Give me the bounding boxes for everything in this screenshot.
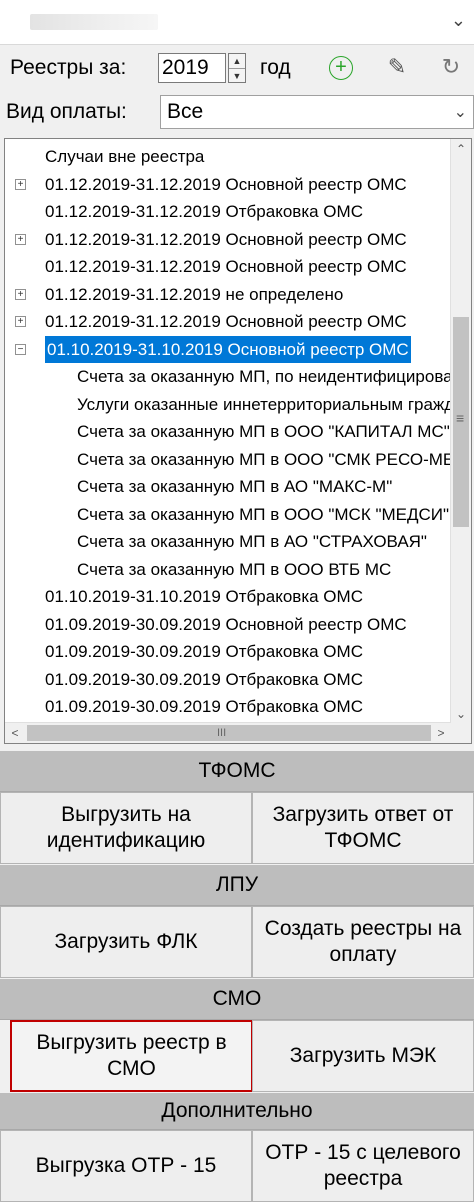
grip-icon: III	[217, 727, 227, 739]
scroll-thumb[interactable]: ≡	[453, 317, 469, 527]
registry-tree[interactable]: Случаи вне реестра +01.12.2019-31.12.2019…	[4, 138, 472, 744]
tree-node-label: 01.12.2019-31.12.2019 Основной реестр ОМ…	[45, 257, 407, 276]
export-otr15-button[interactable]: Выгрузка ОТР - 15	[0, 1130, 252, 1202]
tree-node[interactable]: +01.12.2019-31.12.2019 Основной реестр О…	[5, 308, 451, 335]
tree-child-node[interactable]: Счета за оказанную МП, по неидентифициро…	[5, 363, 451, 390]
tree-rows: Случаи вне реестра +01.12.2019-31.12.2019…	[5, 139, 451, 724]
section-tfoms-header: ТФОМС	[0, 751, 474, 792]
tree-node[interactable]: 01.09.2019-30.09.2019 Основной реестр ОМ…	[5, 611, 451, 638]
year-filter-row: Реестры за: 2019 ▲ ▼ год + ✎ ↻	[0, 48, 474, 88]
pencil-icon[interactable]: ✎	[382, 52, 412, 82]
vertical-scrollbar[interactable]: ⌃ ≡ ⌄	[450, 139, 471, 724]
tree-child-node[interactable]: Счета за оказанную МП в АО "СТРАХОВАЯ"	[5, 528, 451, 555]
tree-node-label: 01.09.2019-30.09.2019 Отбраковка ОМС	[45, 669, 363, 689]
button-label: ОТР - 15 с целевого реестра	[265, 1141, 461, 1190]
payment-select-value: Все	[167, 100, 204, 123]
year-input[interactable]: 2019	[158, 53, 226, 83]
otr15-target-registry-button[interactable]: ОТР - 15 с целевого реестра	[252, 1130, 474, 1202]
horizontal-scrollbar[interactable]: < III >	[5, 722, 451, 743]
tree-node-label: Счета за оказанную МП в АО "СТРАХОВАЯ"	[77, 532, 427, 551]
tree-node-label: 01.12.2019-31.12.2019 Основной реестр ОМ…	[45, 229, 407, 249]
expand-icon[interactable]: +	[15, 178, 26, 190]
spin-up-icon[interactable]: ▲	[229, 54, 245, 68]
scroll-down-icon[interactable]: ⌄	[451, 704, 471, 724]
tree-node[interactable]: Случаи вне реестра	[5, 143, 451, 170]
scroll-thumb[interactable]: III	[27, 725, 431, 741]
tree-child-node[interactable]: Счета за оказанную МП в ООО ВТБ МС	[5, 556, 451, 583]
chevron-down-icon[interactable]: ⌄	[451, 10, 466, 31]
tree-node-label: 01.12.2019-31.12.2019 Основной реестр ОМ…	[45, 174, 407, 194]
year-unit-label: год	[260, 56, 291, 79]
chevron-down-icon[interactable]: ⌄	[454, 102, 467, 122]
section-extra-header: Дополнительно	[0, 1093, 474, 1130]
tree-node-label: Случаи вне реестра	[45, 147, 205, 166]
tree-node[interactable]: 01.09.2019-30.09.2019 Отбраковка ОМС	[5, 666, 451, 693]
tree-child-node[interactable]: Счета за оказанную МП в ООО "СМК РЕСО-МЕ…	[5, 446, 451, 473]
tree-node-label: 01.10.2019-31.10.2019 Основной реестр ОМ…	[45, 335, 411, 363]
tree-node[interactable]: 01.09.2019-30.09.2019 Отбраковка ОМС	[5, 693, 451, 720]
load-tfoms-response-button[interactable]: Загрузить ответ от ТФОМС	[252, 792, 474, 864]
button-label: Выгрузить на идентификацию	[46, 803, 206, 852]
grip-icon: ≡	[456, 410, 465, 426]
payment-filter-row: Вид оплаты: Все ⌄	[0, 92, 474, 132]
tree-node-label: Счета за оказанную МП в ООО "СМК РЕСО-МЕ…	[77, 449, 451, 469]
export-registry-smo-button[interactable]: Выгрузить реестр в СМО	[10, 1020, 253, 1092]
expand-icon[interactable]: +	[15, 233, 26, 245]
scrollbar-corner	[451, 723, 471, 743]
tree-node-label: 01.09.2019-30.09.2019 Отбраковка ОМС	[45, 697, 363, 716]
button-label: Загрузить МЭК	[289, 1044, 437, 1067]
tree-node-label: 01.10.2019-31.10.2019 Отбраковка ОМС	[45, 587, 363, 606]
tree-node-label: 01.12.2019-31.12.2019 не определено	[45, 284, 344, 304]
tree-node[interactable]: +01.12.2019-31.12.2019 Основной реестр О…	[5, 226, 451, 253]
add-circle-icon[interactable]: +	[326, 52, 356, 82]
scroll-right-icon[interactable]: >	[431, 723, 451, 743]
button-label: Загрузить ФЛК	[54, 930, 198, 953]
button-label: Выгрузить реестр в СМО	[36, 1031, 227, 1080]
payment-label: Вид оплаты:	[6, 100, 127, 123]
tree-node[interactable]: 01.09.2019-30.09.2019 Отбраковка ОМС	[5, 638, 451, 665]
collapse-icon[interactable]: −	[15, 343, 26, 355]
scroll-left-icon[interactable]: <	[5, 723, 25, 743]
blurred-title	[30, 14, 158, 30]
tree-node-label: Счета за оказанную МП, по неидентифициро…	[77, 367, 451, 386]
tree-node-label: 01.09.2019-30.09.2019 Отбраковка ОМС	[45, 642, 363, 661]
tree-node[interactable]: − 01.10.2019-31.10.2019 Основной реестр О…	[5, 335, 451, 363]
scroll-up-icon[interactable]: ⌃	[451, 139, 471, 159]
year-label: Реестры за:	[10, 56, 127, 79]
refresh-icon[interactable]: ↻	[436, 52, 466, 82]
expand-icon[interactable]: +	[15, 316, 26, 327]
load-mek-button[interactable]: Загрузить МЭК	[252, 1020, 474, 1092]
tree-node[interactable]: 01.12.2019-31.12.2019 Отбраковка ОМС	[5, 198, 451, 225]
tree-node[interactable]: 01.12.2019-31.12.2019 Основной реестр ОМ…	[5, 253, 451, 280]
window-title-bar: ⌄	[0, 0, 474, 45]
section-lpu-header: ЛПУ	[0, 865, 474, 906]
button-label: Выгрузка ОТР - 15	[35, 1154, 217, 1177]
tree-node-label: Счета за оказанную МП в ООО "КАПИТАЛ МС"	[77, 422, 450, 441]
tree-child-node[interactable]: Счета за оказанную МП в ООО "КАПИТАЛ МС"	[5, 418, 451, 445]
expand-icon[interactable]: +	[15, 288, 26, 300]
tree-node-label: Счета за оказанную МП в ООО "МСК "МЕДСИ"	[77, 504, 450, 524]
section-smo-header: СМО	[0, 979, 474, 1020]
tree-node[interactable]: +01.12.2019-31.12.2019 Основной реестр О…	[5, 171, 451, 198]
tree-node-label: 01.12.2019-31.12.2019 Отбраковка ОМС	[45, 202, 363, 221]
tree-node-label: Услуги оказанные иннетерриториальным гра…	[77, 394, 451, 414]
create-registries-button[interactable]: Создать реестры на оплату	[252, 906, 474, 978]
export-identification-button[interactable]: Выгрузить на идентификацию	[0, 792, 252, 864]
year-spinner[interactable]: ▲ ▼	[228, 53, 246, 83]
tree-node-label: Счета за оказанную МП в ООО ВТБ МС	[77, 559, 392, 579]
load-flk-button[interactable]: Загрузить ФЛК	[0, 906, 252, 978]
tree-node-label: 01.12.2019-31.12.2019 Основной реестр ОМ…	[45, 312, 407, 331]
spin-down-icon[interactable]: ▼	[229, 68, 245, 83]
tree-node-label: Счета за оказанную МП в АО "МАКС-М"	[77, 477, 393, 496]
button-label: Создать реестры на оплату	[264, 917, 462, 966]
tree-child-node[interactable]: Услуги оказанные иннетерриториальным гра…	[5, 391, 451, 418]
tree-node[interactable]: +01.12.2019-31.12.2019 не определено	[5, 281, 451, 308]
tree-node[interactable]: 01.10.2019-31.10.2019 Отбраковка ОМС	[5, 583, 451, 610]
payment-select[interactable]: Все ⌄	[160, 95, 474, 129]
button-label: Загрузить ответ от ТФОМС	[272, 803, 454, 852]
tree-node-label: 01.09.2019-30.09.2019 Основной реестр ОМ…	[45, 614, 407, 634]
tree-child-node[interactable]: Счета за оказанную МП в ООО "МСК "МЕДСИ"	[5, 501, 451, 528]
tree-child-node[interactable]: Счета за оказанную МП в АО "МАКС-М"	[5, 473, 451, 500]
